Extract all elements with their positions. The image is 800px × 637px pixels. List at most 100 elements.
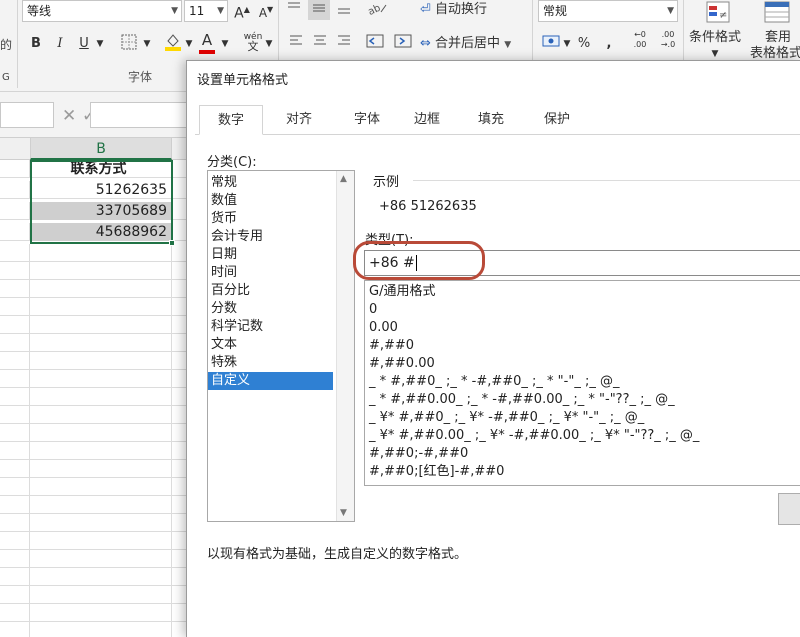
cell[interactable]: [0, 496, 30, 514]
chevron-up-icon[interactable]: ▲: [340, 174, 347, 184]
cell[interactable]: [0, 622, 30, 637]
cell[interactable]: [0, 298, 30, 316]
cell[interactable]: [30, 442, 172, 460]
orientation-icon[interactable]: ab: [364, 0, 390, 20]
cell[interactable]: [0, 460, 30, 478]
align-center-icon[interactable]: [310, 34, 330, 54]
cell[interactable]: [0, 514, 30, 532]
cell[interactable]: [0, 334, 30, 352]
phone-cell[interactable]: 45688962: [30, 223, 172, 241]
percent-button[interactable]: %: [576, 34, 592, 54]
chevron-down-icon[interactable]: ▼: [184, 34, 194, 54]
wrap-text-button[interactable]: ⏎ 自动换行: [420, 0, 502, 20]
list-item[interactable]: #,##0;[红色]-#,##0: [369, 463, 504, 481]
header-cell[interactable]: 联系方式: [30, 160, 172, 178]
cell[interactable]: [0, 280, 30, 298]
list-item[interactable]: 特殊: [208, 354, 333, 372]
delete-button[interactable]: [778, 493, 800, 525]
font-name-dropdown[interactable]: 等线 ▼: [22, 0, 182, 22]
worksheet-grid[interactable]: B 联系方式 51262635 33705689 45688962: [0, 138, 200, 637]
fill-handle[interactable]: [169, 240, 175, 246]
cell[interactable]: [0, 478, 30, 496]
cell[interactable]: [30, 460, 172, 478]
tab-border[interactable]: 边框: [395, 105, 459, 135]
comma-button[interactable]: ,: [602, 34, 616, 54]
list-item[interactable]: _ ¥* #,##0_ ;_ ¥* -#,##0_ ;_ ¥* "-"_ ;_ …: [369, 409, 644, 427]
increase-indent-icon[interactable]: [392, 34, 414, 54]
italic-button[interactable]: I: [52, 34, 68, 54]
cell[interactable]: [30, 550, 172, 568]
cell[interactable]: [0, 388, 30, 406]
cell[interactable]: [0, 352, 30, 370]
cell[interactable]: [30, 496, 172, 514]
chevron-down-icon[interactable]: ▼: [264, 34, 274, 54]
number-format-dropdown[interactable]: 常规 ▼: [538, 0, 678, 22]
decrease-decimal-icon[interactable]: .00 →.0: [656, 30, 680, 50]
cell[interactable]: [30, 370, 172, 388]
chevron-down-icon[interactable]: ▼: [562, 34, 572, 54]
formula-input[interactable]: [90, 102, 200, 128]
tab-alignment[interactable]: 对齐: [267, 105, 331, 135]
cell[interactable]: [0, 442, 30, 460]
chevron-down-icon[interactable]: ▼: [94, 34, 106, 54]
cell[interactable]: [30, 478, 172, 496]
cell[interactable]: [30, 622, 172, 637]
cell[interactable]: [30, 316, 172, 334]
table-format-icon[interactable]: [760, 0, 794, 28]
cell[interactable]: [0, 181, 30, 199]
tab-font[interactable]: 字体: [335, 105, 399, 135]
cell[interactable]: [30, 406, 172, 424]
cell[interactable]: [30, 514, 172, 532]
cell[interactable]: [0, 424, 30, 442]
list-item[interactable]: 会计专用: [208, 228, 333, 246]
name-box[interactable]: [0, 102, 54, 128]
border-icon[interactable]: [118, 34, 140, 54]
list-item[interactable]: #,##0: [369, 337, 414, 355]
cell[interactable]: [0, 550, 30, 568]
list-item[interactable]: 科学记数: [208, 318, 333, 336]
cell[interactable]: [30, 298, 172, 316]
list-item[interactable]: #,##0.00: [369, 355, 435, 373]
cell[interactable]: [0, 223, 30, 241]
list-item[interactable]: 0: [369, 301, 377, 319]
tab-fill[interactable]: 填充: [459, 105, 523, 135]
cell[interactable]: [0, 568, 30, 586]
align-left-icon[interactable]: [286, 34, 306, 54]
list-item[interactable]: #,##0;-#,##0: [369, 445, 468, 463]
align-right-icon[interactable]: [334, 34, 354, 54]
shrink-font-button[interactable]: A▼: [256, 0, 276, 20]
cell[interactable]: [30, 334, 172, 352]
phonetic-guide-button[interactable]: wén 文: [240, 32, 266, 52]
chevron-down-icon[interactable]: ▼: [142, 34, 152, 54]
phone-cell[interactable]: 51262635: [30, 181, 172, 199]
list-item[interactable]: 百分比: [208, 282, 333, 300]
list-item[interactable]: 分数: [208, 300, 333, 318]
list-item[interactable]: _ * #,##0.00_ ;_ * -#,##0.00_ ;_ * "-"??…: [369, 391, 675, 409]
cell[interactable]: [30, 280, 172, 298]
bold-button[interactable]: B: [28, 34, 44, 54]
list-item[interactable]: 时间: [208, 264, 333, 282]
fill-color-icon[interactable]: [162, 32, 184, 52]
grow-font-button[interactable]: A▲: [232, 0, 252, 22]
cell[interactable]: [30, 586, 172, 604]
cell[interactable]: [0, 406, 30, 424]
list-item[interactable]: 常规: [208, 174, 333, 192]
format-code-list[interactable]: G/通用格式 0 0.00 #,##0 #,##0.00 _ * #,##0_ …: [364, 280, 800, 486]
cell[interactable]: [0, 202, 30, 220]
phone-cell[interactable]: 33705689: [30, 202, 172, 220]
cell[interactable]: [0, 532, 30, 550]
align-bottom-icon[interactable]: [334, 0, 354, 20]
cancel-edit-button[interactable]: ✕: [62, 106, 76, 126]
font-size-dropdown[interactable]: 11 ▼: [184, 0, 228, 22]
tab-number[interactable]: 数字: [199, 105, 263, 135]
cell[interactable]: [0, 316, 30, 334]
cell[interactable]: [30, 424, 172, 442]
cell[interactable]: [0, 586, 30, 604]
conditional-format-icon[interactable]: ≠: [700, 0, 740, 28]
type-input[interactable]: +86 #: [364, 250, 800, 276]
font-color-button[interactable]: A: [198, 30, 216, 54]
chevron-down-icon[interactable]: ▼: [340, 508, 347, 518]
cell[interactable]: [30, 352, 172, 370]
scrollbar[interactable]: ▲ ▼: [336, 171, 354, 521]
list-item[interactable]: _ ¥* #,##0.00_ ;_ ¥* -#,##0.00_ ;_ ¥* "-…: [369, 427, 699, 445]
